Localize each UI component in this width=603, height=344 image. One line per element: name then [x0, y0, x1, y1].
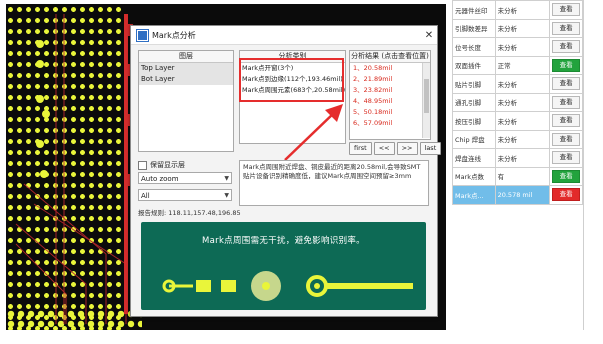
- check-name: 元器件丝印: [452, 0, 496, 20]
- check-name: 焊盘连线: [452, 148, 496, 168]
- action-cell: 查看: [549, 74, 583, 94]
- action-cell: 查看: [549, 111, 583, 131]
- highlight-box: [239, 58, 344, 102]
- check-status: 未分析: [494, 129, 551, 149]
- table-divider: [583, 0, 584, 330]
- action-cell: 查看: [549, 166, 583, 186]
- view-button[interactable]: 查看: [552, 40, 580, 54]
- table-row[interactable]: 焊盘连线 未分析 查看: [452, 148, 583, 168]
- check-status: 未分析: [494, 18, 551, 38]
- dialog-title-bar[interactable]: Mark点分析 ✕: [131, 26, 437, 45]
- table-row[interactable]: 元器件丝印 未分析 查看: [452, 0, 583, 20]
- view-button[interactable]: 查看: [552, 77, 580, 91]
- dropdown-arrow-icon: ▼: [224, 192, 229, 199]
- table-row[interactable]: Mark点数有查看: [452, 166, 583, 186]
- view-button[interactable]: 查看: [552, 21, 580, 35]
- keep-layers-option[interactable]: 保留显示层: [138, 160, 185, 170]
- action-cell: 查看: [549, 129, 583, 149]
- check-status: 有: [494, 166, 551, 186]
- mark-illustration: Mark点周围需无干扰，避免影响识别率。: [141, 222, 426, 310]
- layers-list: 图层 Top Layer Bot Layer: [138, 50, 234, 152]
- view-button[interactable]: 查看: [552, 188, 580, 202]
- table-row[interactable]: 位号长度 未分析 查看: [452, 37, 583, 57]
- view-button[interactable]: 查看: [552, 58, 580, 72]
- close-icon[interactable]: ✕: [421, 30, 437, 41]
- check-status: 未分析: [494, 92, 551, 112]
- layer-item-top[interactable]: Top Layer: [139, 63, 233, 74]
- check-name: 双面插件: [452, 55, 496, 75]
- result-item[interactable]: 3、23.82mil: [350, 85, 430, 96]
- check-status: 未分析: [494, 37, 551, 57]
- check-name: 贴片引脚: [452, 74, 496, 94]
- keep-layers-label: 保留显示层: [150, 161, 185, 169]
- results-scrollbar[interactable]: [422, 63, 430, 138]
- result-nav: first << >> last: [349, 142, 442, 155]
- results-header: 分析结果 (点击查看位置): [350, 51, 430, 63]
- description-box: Mark点周围附近焊盘、铜皮最近的距离20.58mil,会导致SMT贴片设备识别…: [239, 160, 429, 206]
- check-status: 未分析: [494, 0, 551, 20]
- check-name: 位号长度: [452, 37, 496, 57]
- view-button[interactable]: 查看: [552, 169, 580, 183]
- scrollbar-thumb[interactable]: [424, 79, 429, 113]
- first-button[interactable]: first: [349, 142, 372, 155]
- zoom-value: Auto zoom: [141, 175, 179, 183]
- table-row[interactable]: Chip 焊盘 未分析 查看: [452, 129, 583, 149]
- action-cell: 查看: [549, 148, 583, 168]
- results-list: 分析结果 (点击查看位置) 1、20.58mil 2、21.89mil 3、23…: [349, 50, 431, 140]
- view-button[interactable]: 查看: [552, 114, 580, 128]
- table-row[interactable]: 引脚数差异 未分析 查看: [452, 18, 583, 38]
- layers-header: 图层: [139, 51, 233, 63]
- result-item[interactable]: 1、20.58mil: [350, 63, 430, 74]
- view-button[interactable]: 查看: [552, 151, 580, 165]
- view-button[interactable]: 查看: [552, 95, 580, 109]
- result-item[interactable]: 6、57.09mil: [350, 118, 430, 129]
- table-row[interactable]: 按压引脚 未分析 查看: [452, 111, 583, 131]
- analysis-results-table: 元器件丝印 未分析 查看 引脚数差异 未分析 查看 位号长度 未分析 查看 双面插件 正常 查看 贴片引…: [452, 0, 583, 205]
- view-button[interactable]: 查看: [552, 3, 580, 17]
- mark-analysis-dialog: Mark点分析 ✕ 图层 Top Layer Bot Layer 分析类别 Ma…: [130, 25, 442, 317]
- illustration-graphic: [162, 271, 413, 301]
- annotation-arrow-icon: [284, 104, 343, 161]
- dialog-app-icon: [136, 28, 149, 42]
- report-rule: 报告规则: 118.11,157.48,196.85: [138, 209, 241, 217]
- table-row[interactable]: 双面插件 正常 查看: [452, 55, 583, 75]
- check-name: 引脚数差异: [452, 18, 496, 38]
- table-row[interactable]: 通孔引脚 未分析 查看: [452, 92, 583, 112]
- check-name: Mark点...: [452, 185, 496, 205]
- table-row[interactable]: Mark点... 20.578 mil 查看: [452, 185, 583, 205]
- result-item[interactable]: 5、50.18mil: [350, 107, 430, 118]
- check-status: 未分析: [494, 148, 551, 168]
- check-name: Chip 焊盘: [452, 129, 496, 149]
- action-cell: 查看: [549, 55, 583, 75]
- result-item[interactable]: 2、21.89mil: [350, 74, 430, 85]
- filter-value: All: [141, 192, 150, 200]
- analysis-table: 元器件丝印 未分析 查看 引脚数差异 未分析 查看 位号长度 未分析 查看 双面插件 正常 查看 贴片引…: [452, 0, 583, 344]
- last-button[interactable]: last: [419, 142, 442, 155]
- action-cell: 查看: [549, 92, 583, 112]
- view-button[interactable]: 查看: [552, 132, 580, 146]
- check-status: 未分析: [494, 111, 551, 131]
- dialog-title: Mark点分析: [152, 30, 196, 40]
- zoom-select[interactable]: Auto zoom ▼: [138, 172, 232, 184]
- action-cell: 查看: [549, 185, 583, 205]
- action-cell: 查看: [549, 18, 583, 38]
- check-name: 按压引脚: [452, 111, 496, 131]
- table-row[interactable]: 贴片引脚 未分析 查看: [452, 74, 583, 94]
- action-cell: 查看: [549, 37, 583, 57]
- filter-select[interactable]: All ▼: [138, 189, 232, 201]
- check-status: 正常: [494, 55, 551, 75]
- prev-button[interactable]: <<: [373, 142, 395, 155]
- check-name: Mark点数: [452, 166, 496, 186]
- result-item[interactable]: 4、48.95mil: [350, 96, 430, 107]
- next-button[interactable]: >>: [396, 142, 418, 155]
- layer-item-bot[interactable]: Bot Layer: [139, 74, 233, 85]
- check-status: 20.578 mil: [494, 185, 551, 205]
- check-status: 未分析: [494, 74, 551, 94]
- action-cell: 查看: [549, 0, 583, 20]
- dropdown-arrow-icon: ▼: [224, 175, 229, 182]
- keep-layers-checkbox[interactable]: [138, 160, 147, 170]
- check-name: 通孔引脚: [452, 92, 496, 112]
